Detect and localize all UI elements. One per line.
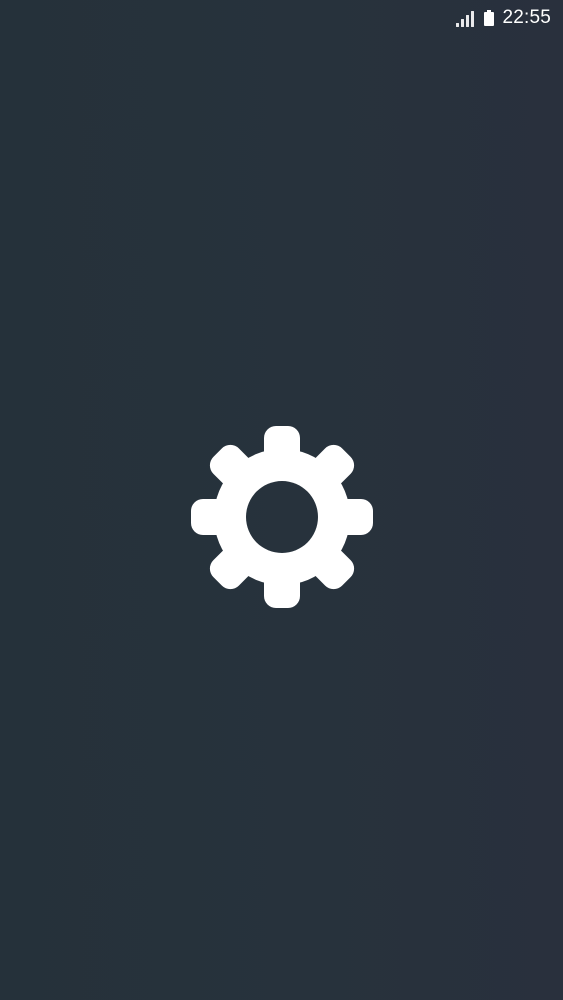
- gear-icon: [190, 425, 374, 609]
- splash-screen: 22:55: [0, 0, 563, 1000]
- signal-strength-icon: [456, 9, 475, 27]
- status-time: 22:55: [502, 7, 551, 28]
- status-indicators: 22:55: [456, 6, 551, 30]
- status-bar: 22:55: [0, 0, 563, 36]
- battery-icon: [484, 10, 495, 26]
